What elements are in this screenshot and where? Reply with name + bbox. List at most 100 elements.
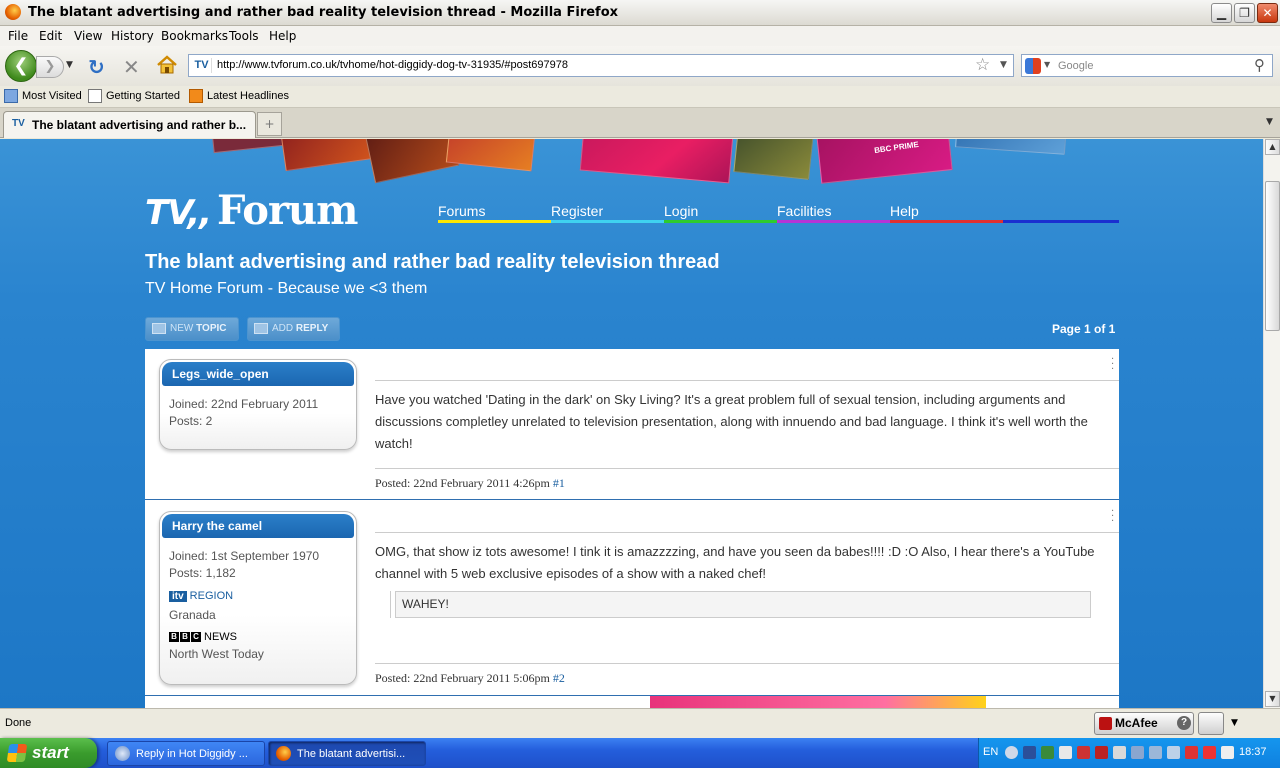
tray-app-icon[interactable] bbox=[1113, 746, 1126, 759]
nav-underline bbox=[438, 220, 551, 223]
bookmark-getting-started[interactable]: Getting Started bbox=[88, 89, 180, 103]
user-card: Legs_wide_open Joined: 22nd February 201… bbox=[159, 359, 357, 450]
tray-app-icon[interactable] bbox=[1131, 746, 1144, 759]
nav-underline bbox=[664, 220, 777, 223]
divider bbox=[375, 532, 1119, 533]
home-icon[interactable] bbox=[156, 55, 178, 75]
stop-icon[interactable]: ✕ bbox=[123, 55, 140, 79]
windows-logo-icon bbox=[6, 744, 28, 762]
taskbar-item[interactable]: Reply in Hot Diggidy ... bbox=[107, 741, 265, 766]
tab-list-dropdown-icon[interactable]: ▼ bbox=[1266, 117, 1273, 127]
menu-help[interactable]: Help bbox=[269, 29, 296, 43]
help-icon[interactable]: ? bbox=[1177, 716, 1191, 730]
posts-container: Legs_wide_open Joined: 22nd February 201… bbox=[145, 349, 1119, 708]
post-username[interactable]: Harry the camel bbox=[162, 514, 354, 538]
menu-bookmarks[interactable]: Bookmarks bbox=[161, 29, 228, 43]
banner-tile bbox=[279, 139, 377, 172]
tab-bar: TV The blatant advertising and rather b.… bbox=[0, 108, 1280, 138]
tray-app-icon[interactable] bbox=[1185, 746, 1198, 759]
back-button[interactable]: ❮ bbox=[5, 50, 37, 82]
window-title: The blatant advertising and rather bad r… bbox=[28, 5, 619, 20]
tab-active[interactable]: TV The blatant advertising and rather b.… bbox=[3, 111, 256, 138]
menu-tools[interactable]: Tools bbox=[229, 29, 259, 43]
forum-subtitle[interactable]: TV Home Forum - Because we <3 them bbox=[145, 280, 427, 298]
nav-underline bbox=[890, 220, 1003, 223]
tray-arrow-icon[interactable] bbox=[1005, 746, 1018, 759]
tray-app-icon[interactable] bbox=[1167, 746, 1180, 759]
navigation-toolbar: ❮ ❯ ▼ ↻ ✕ TV http://www.tvforum.co.uk/tv… bbox=[0, 46, 1280, 86]
title-bar: The blatant advertising and rather bad r… bbox=[0, 0, 1280, 26]
forward-button[interactable]: ❯ bbox=[36, 56, 64, 78]
language-indicator[interactable]: EN bbox=[983, 746, 998, 758]
post-date: Posted: 22nd February 2011 5:06pm #2 bbox=[375, 671, 565, 685]
post-permalink[interactable]: #1 bbox=[553, 476, 565, 490]
taskbar-item-active[interactable]: The blatant advertisi... bbox=[268, 741, 426, 766]
mcafee-button[interactable]: McAfee? bbox=[1094, 712, 1194, 735]
scroll-down-arrow-icon[interactable]: ▼ bbox=[1265, 691, 1280, 707]
tray-network-icon[interactable] bbox=[1023, 746, 1036, 759]
banner-tile bbox=[362, 139, 460, 184]
scroll-up-arrow-icon[interactable]: ▲ bbox=[1265, 139, 1280, 155]
menu-file[interactable]: File bbox=[8, 29, 28, 43]
search-icon[interactable]: ⚲ bbox=[1254, 56, 1265, 74]
user-card: Harry the camel Joined: 1st September 19… bbox=[159, 511, 357, 685]
tray-mcafee-icon[interactable] bbox=[1077, 746, 1090, 759]
user-post-count: Posts: 2 bbox=[169, 414, 213, 428]
tray-app-icon[interactable] bbox=[1041, 746, 1054, 759]
url-dropdown-icon[interactable]: ▼ bbox=[1000, 60, 1007, 70]
tray-volume-icon[interactable] bbox=[1059, 746, 1072, 759]
post-quote: WAHEY! bbox=[390, 591, 1091, 618]
bookmarks-toolbar: Most Visited Getting Started Latest Head… bbox=[0, 86, 1280, 108]
menu-bar: File Edit View History Bookmarks Tools H… bbox=[0, 26, 1280, 46]
restore-button[interactable]: ❐ bbox=[1234, 3, 1255, 23]
search-bar[interactable]: ▼ Google ⚲ bbox=[1021, 54, 1273, 77]
minimize-button[interactable]: ▁ bbox=[1211, 3, 1232, 23]
reload-icon[interactable]: ↻ bbox=[88, 55, 105, 79]
post-options-icon[interactable]: · · · bbox=[1111, 507, 1114, 527]
new-topic-button[interactable]: NEW TOPIC bbox=[145, 317, 239, 341]
user-joined: Joined: 22nd February 2011 bbox=[169, 397, 319, 411]
itv-region-label: itv REGION bbox=[169, 590, 233, 602]
url-text[interactable]: http://www.tvforum.co.uk/tvhome/hot-digg… bbox=[217, 59, 568, 71]
nav-register[interactable]: Register bbox=[551, 203, 603, 219]
vertical-scrollbar[interactable]: ▲ ▼ bbox=[1263, 139, 1280, 708]
status-text: Done bbox=[5, 717, 32, 729]
tray-app-icon[interactable] bbox=[1221, 746, 1234, 759]
bbc-news-value: North West Today bbox=[169, 647, 264, 661]
menu-edit[interactable]: Edit bbox=[39, 29, 62, 43]
google-engine-icon[interactable] bbox=[1025, 58, 1041, 74]
nav-help[interactable]: Help bbox=[890, 203, 919, 219]
close-button[interactable]: ✕ bbox=[1257, 3, 1278, 23]
tray-app-icon[interactable] bbox=[1203, 746, 1216, 759]
bookmark-most-visited[interactable]: Most Visited bbox=[4, 89, 82, 103]
share-icon[interactable] bbox=[1198, 712, 1224, 735]
bookmark-star-icon[interactable]: ☆ bbox=[975, 55, 990, 75]
site-logo[interactable]: TV,, Forum bbox=[145, 187, 358, 234]
bookmark-latest-headlines[interactable]: Latest Headlines bbox=[189, 89, 289, 103]
tray-app-icon[interactable] bbox=[1149, 746, 1162, 759]
nav-forums[interactable]: Forums bbox=[438, 203, 485, 219]
history-dropdown-icon[interactable]: ▼ bbox=[66, 60, 73, 70]
thread-title: The blant advertising and rather bad rea… bbox=[145, 251, 720, 273]
nav-login[interactable]: Login bbox=[664, 203, 698, 219]
user-post-count: Posts: 1,182 bbox=[169, 566, 236, 580]
itv-region-value: Granada bbox=[169, 608, 216, 622]
scrollbar-thumb[interactable] bbox=[1265, 181, 1280, 331]
post-permalink[interactable]: #2 bbox=[553, 671, 565, 685]
advert-banner[interactable] bbox=[650, 696, 986, 708]
start-button[interactable]: start bbox=[0, 738, 97, 768]
post-username[interactable]: Legs_wide_open bbox=[162, 362, 354, 386]
new-tab-button[interactable]: + bbox=[257, 112, 282, 136]
engine-dropdown-icon[interactable]: ▼ bbox=[1044, 60, 1050, 69]
bbc-logo-icon: BBC bbox=[169, 632, 201, 643]
post-options-icon[interactable]: · · · bbox=[1111, 355, 1114, 375]
address-bar[interactable]: TV http://www.tvforum.co.uk/tvhome/hot-d… bbox=[188, 54, 1014, 77]
tray-shield-icon[interactable] bbox=[1095, 746, 1108, 759]
menu-view[interactable]: View bbox=[74, 29, 102, 43]
search-input[interactable]: Google bbox=[1058, 60, 1093, 72]
status-dropdown-icon[interactable]: ▼ bbox=[1231, 718, 1238, 728]
menu-history[interactable]: History bbox=[111, 29, 154, 43]
add-reply-button[interactable]: ADD REPLY bbox=[247, 317, 340, 341]
nav-facilities[interactable]: Facilities bbox=[777, 203, 831, 219]
back-arrow-icon: ❮ bbox=[13, 55, 29, 76]
